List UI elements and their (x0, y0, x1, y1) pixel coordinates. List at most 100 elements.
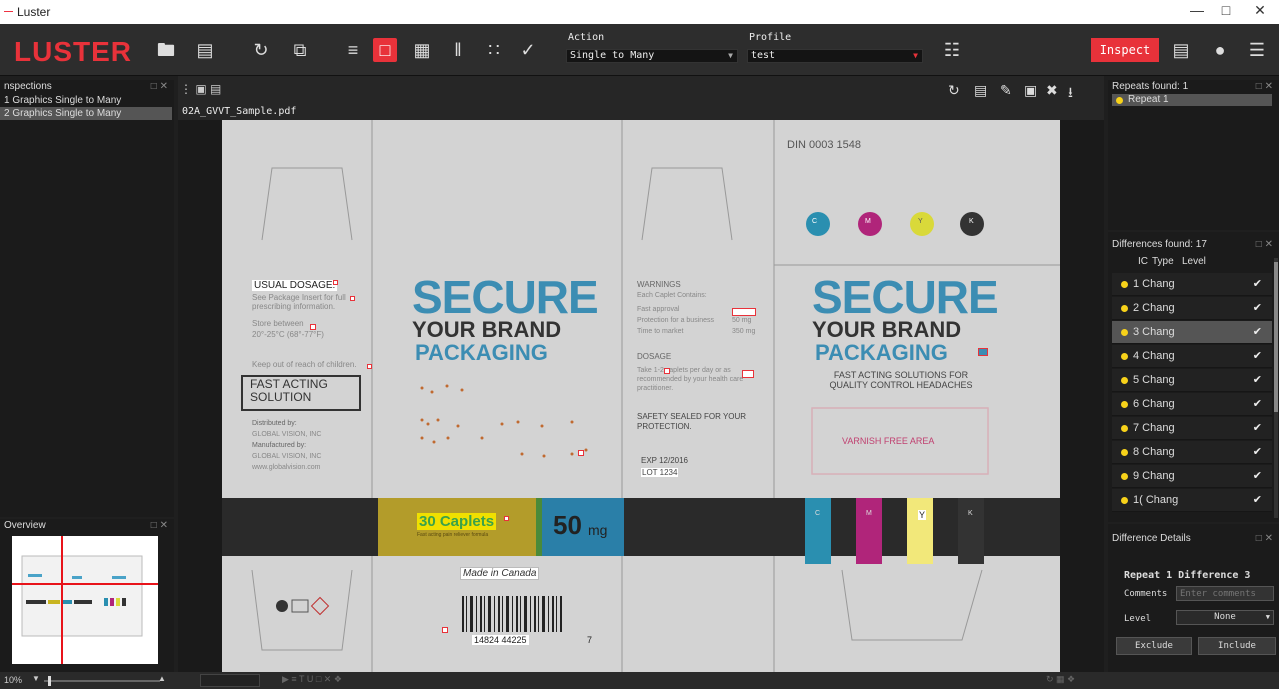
diff-marker[interactable] (367, 364, 372, 369)
menu-icon[interactable]: ☰ (1245, 38, 1269, 62)
zoom-slider-handle[interactable] (48, 676, 51, 686)
barcode-inspect-icon[interactable]: ‖ (446, 38, 470, 62)
fit-icon[interactable]: ✖ (1046, 82, 1058, 99)
check-icon[interactable]: ✔ (1253, 273, 1262, 296)
panel-controls-icon[interactable]: □ ✕ (151, 80, 168, 94)
diff-marker[interactable] (664, 368, 670, 374)
difference-row[interactable]: 7 Chang ✔ (1112, 417, 1272, 440)
page-select[interactable] (200, 674, 260, 687)
graphics-inspect-icon[interactable]: □ (373, 38, 397, 62)
inspection-item-2[interactable]: 2 Graphics Single to Many (0, 107, 172, 120)
color-inspect-icon[interactable]: ▦ (410, 38, 434, 62)
panel-controls-icon[interactable]: □ ✕ (151, 519, 168, 533)
zoom-slider[interactable] (44, 676, 160, 686)
panel-controls-icon[interactable]: □ ✕ (1256, 80, 1273, 94)
status-dot-icon (1121, 353, 1128, 360)
check-icon[interactable]: ✔ (1253, 345, 1262, 368)
inspect-button[interactable]: Inspect (1091, 38, 1159, 62)
app-logo-icon: — (4, 6, 13, 16)
panel-controls-icon[interactable]: □ ✕ (1256, 238, 1273, 252)
download-icon[interactable]: ⭳ (1068, 82, 1073, 106)
difference-row[interactable]: 2 Chang ✔ (1112, 297, 1272, 320)
scrollbar-thumb[interactable] (1274, 262, 1278, 412)
check-icon[interactable]: ✔ (1253, 369, 1262, 392)
minimize-button[interactable]: — (1183, 2, 1211, 22)
diff-marker[interactable] (504, 516, 509, 521)
overview-title: Overview □ ✕ (0, 519, 174, 533)
diff-marker[interactable] (578, 450, 584, 456)
difference-row[interactable]: 1 Chang ✔ (1112, 273, 1272, 296)
mfg-company: GLOBAL VISION, INC (252, 453, 322, 460)
copy-doc-icon[interactable]: ⧉ (288, 38, 312, 62)
diff-marker[interactable] (732, 308, 756, 316)
report-icon[interactable]: ▤ (1169, 38, 1193, 62)
user-icon[interactable]: ● (1208, 38, 1232, 62)
column-type[interactable]: Type (1152, 254, 1174, 270)
level-label: Level (1124, 614, 1152, 624)
level-select[interactable]: None ▼ (1176, 610, 1274, 625)
cmyk-c: C (812, 218, 818, 225)
pen-icon[interactable]: ✎ (1000, 82, 1012, 99)
layer-icon[interactable]: ▤ (974, 82, 987, 99)
comments-input[interactable] (1176, 586, 1274, 601)
inspection-item-1[interactable]: 1 Graphics Single to Many (0, 94, 172, 107)
fast-solutions-text: FAST ACTING SOLUTIONS FOR QUALITY CONTRO… (829, 370, 973, 390)
column-ic[interactable]: IC (1138, 254, 1148, 270)
differences-scrollbar[interactable] (1274, 258, 1278, 518)
panel-controls-icon[interactable]: □ ✕ (1256, 532, 1273, 546)
crop-icon[interactable]: ▣ (1024, 82, 1037, 99)
thumb-icon[interactable]: ⋮ ▣​ ▤ (180, 82, 221, 96)
check-icon[interactable]: ✔ (1253, 465, 1262, 488)
braille-inspect-icon[interactable]: ∷ (482, 38, 506, 62)
column-level[interactable]: Level (1182, 254, 1206, 270)
chevron-down-icon[interactable]: ▼ (32, 674, 40, 683)
diff-marker[interactable] (333, 280, 338, 285)
diff-marker[interactable] (310, 324, 316, 330)
repeat-item-label: Repeat 1 (1128, 94, 1169, 105)
page-nav-icons[interactable]: ▶ ≡ T U □ ✕ ❖ (282, 674, 342, 685)
diff-marker[interactable] (442, 627, 448, 633)
difference-row[interactable]: 5 Chang ✔ (1112, 369, 1272, 392)
printer-icon[interactable]: ▤ (193, 38, 217, 62)
overview-thumbnail[interactable] (12, 536, 158, 664)
close-button[interactable]: ✕ (1246, 2, 1274, 22)
exclude-button[interactable]: Exclude (1116, 637, 1192, 655)
difference-row[interactable]: 3 Chang ✔ (1112, 321, 1272, 344)
difference-row[interactable]: 9 Chang ✔ (1112, 465, 1272, 488)
chevron-up-icon[interactable]: ▲ (158, 674, 166, 683)
check-icon[interactable]: ✔ (1253, 441, 1262, 464)
safety-text: SAFETY SEALED FOR YOUR PROTECTION. (637, 412, 747, 431)
difference-row[interactable]: 1( Chang ✔ (1112, 489, 1272, 512)
repeats-panel: Repeats found: 1 □ ✕ Repeat 1 (1108, 80, 1279, 230)
difference-row[interactable]: 6 Chang ✔ (1112, 393, 1272, 416)
check-icon[interactable]: ✔ (1253, 321, 1262, 344)
text-inspect-icon[interactable]: ≡ (341, 38, 365, 62)
action-select[interactable]: Single to Many ▼ (566, 49, 738, 63)
open-folder-icon[interactable]: 🖿 (154, 38, 178, 62)
barcode-tail: 7 (587, 635, 593, 645)
check-icon[interactable]: ✔ (1253, 489, 1262, 512)
check-icon[interactable]: ✔ (1253, 393, 1262, 416)
difference-row[interactable]: 8 Chang ✔ (1112, 441, 1272, 464)
difference-row[interactable]: 4 Chang ✔ (1112, 345, 1272, 368)
differences-title: Differences found: 17 □ ✕ (1108, 238, 1279, 252)
diff-marker[interactable] (978, 348, 988, 356)
status-dot-icon (1121, 329, 1128, 336)
maximize-button[interactable]: □ (1212, 2, 1240, 22)
difference-label: 6 Chang (1133, 398, 1175, 410)
zoom-level[interactable]: 10% (4, 675, 22, 685)
refresh-doc-icon[interactable]: ↻ (249, 38, 273, 62)
spell-check-icon[interactable]: ✓ (516, 38, 540, 62)
check-icon[interactable]: ✔ (1253, 297, 1262, 320)
diff-marker[interactable] (350, 296, 355, 301)
diff-marker[interactable] (742, 370, 754, 378)
include-button[interactable]: Include (1198, 637, 1276, 655)
repeat-item-1[interactable]: Repeat 1 (1112, 94, 1272, 106)
profile-select[interactable]: test ▼ (747, 49, 923, 63)
status-dot-icon (1121, 473, 1128, 480)
difference-label: 4 Chang (1133, 350, 1175, 362)
view-toggle-icons[interactable]: ↻ ▦ ❖ (1046, 674, 1075, 685)
check-icon[interactable]: ✔ (1253, 417, 1262, 440)
rotate-icon[interactable]: ↻ (948, 82, 960, 99)
settings-doc-icon[interactable]: ☷ (940, 38, 964, 62)
